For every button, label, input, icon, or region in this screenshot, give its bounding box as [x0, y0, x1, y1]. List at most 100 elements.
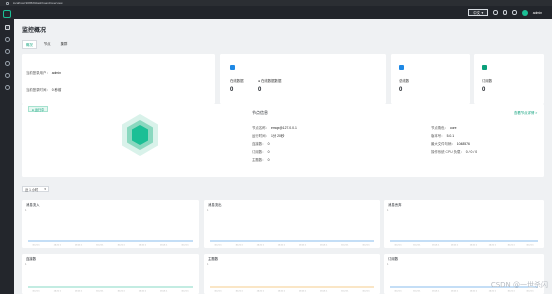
- chart-svg: 1 16:21:1 16:21:1 16:21:1 16:21:1 16:21:1 16:2…: [25, 208, 193, 247]
- node-hexagon-icon: [122, 114, 158, 156]
- x-tick-label: 16:21:1: [507, 245, 515, 247]
- kv-value: 0 / 0 / 0: [465, 150, 478, 154]
- time-range-select[interactable]: 近 1 小时 ▾: [22, 186, 49, 192]
- node-info-right-2: 最大文件句柄： 1048576: [431, 141, 470, 146]
- language-select[interactable]: 中文 ▾: [468, 9, 489, 16]
- y-tick-label: 1: [387, 262, 389, 266]
- x-tick-label: 16:21:1: [394, 245, 402, 247]
- x-tick-label: 16:21:1: [96, 291, 104, 293]
- main-content: 监控概况 概况 节点 集群 当前登录用户： admin 当前登录时间： 0 秒前 在…: [14, 19, 552, 294]
- x-tick-label: 16:21:1: [117, 245, 125, 247]
- sidebar-item-connections[interactable]: [4, 37, 10, 42]
- sidebar-item-subscriptions[interactable]: [4, 49, 10, 54]
- tab-nodes[interactable]: 节点: [41, 40, 54, 49]
- x-tick-label: 16:21:1: [470, 245, 478, 247]
- x-tick-label: 16:21:1: [413, 291, 421, 293]
- bell-icon[interactable]: [493, 10, 498, 15]
- node-info-left-2: 连接数： 0: [252, 141, 269, 146]
- x-tick-label: 16:21:1: [257, 245, 265, 247]
- lock-icon: [6, 1, 9, 5]
- x-tick-label: 16:21:1: [451, 245, 459, 247]
- x-tick-label: 16:21:1: [432, 245, 440, 247]
- kv-label: 节点角色：: [431, 126, 448, 130]
- x-tick-label: 16:21:1: [96, 245, 104, 247]
- tab-overview[interactable]: 概况: [22, 40, 37, 49]
- tab-cluster[interactable]: 集群: [58, 40, 71, 49]
- help-icon[interactable]: [502, 10, 508, 15]
- kv-label: 最大文件句柄：: [431, 142, 455, 146]
- x-tick-label: 16:21:1: [278, 245, 286, 247]
- chart-card: 主题数 1 16:21:1 16:21:1 16:21:1 16:21:1 16:21:1…: [204, 254, 380, 294]
- stat-label: 总线数: [399, 79, 410, 83]
- x-tick-label: 16:21:1: [75, 245, 83, 247]
- login-user-row: 当前登录用户： admin: [26, 70, 61, 75]
- stat-label: 在线数据: [230, 79, 244, 83]
- stat-card-topics: 总线数 0: [391, 54, 470, 104]
- address-bar[interactable]: localhost:9095/#/dashboard/overview: [13, 1, 63, 5]
- chart-svg: 1 16:21:1 16:21:1 16:21:1 16:21:1 16:21:1 16:2…: [207, 208, 374, 247]
- login-time-label: 当前登录时间：: [26, 88, 50, 92]
- y-tick-label: 1: [207, 262, 209, 266]
- x-tick-label: 16:21:1: [75, 291, 83, 293]
- node-info-left-1: 运行时间： 1分 20秒: [252, 133, 284, 138]
- sidebar-item-dashboard[interactable]: [4, 25, 10, 30]
- settings-icon[interactable]: [512, 10, 517, 15]
- sidebar: [0, 6, 14, 294]
- status-badge: ● 运行中: [28, 106, 49, 112]
- language-label: 中文: [473, 11, 481, 15]
- x-tick-label: 16:21:1: [451, 291, 459, 293]
- page-title: 监控概况: [22, 28, 47, 34]
- stat-value: 0: [399, 87, 403, 93]
- x-tick-label: 16:21:1: [341, 245, 349, 247]
- avatar[interactable]: [521, 9, 528, 16]
- kv-value: 0: [267, 142, 270, 146]
- chart-card: 消息丢弃 1 16:21:1 16:21:1 16:21:1 16:21:1 16:21:…: [384, 200, 544, 248]
- x-tick-label: 16:21:1: [214, 245, 222, 247]
- chart-card: 连接数 1 16:21:1 16:21:1 16:21:1 16:21:1 16:21:1…: [22, 254, 199, 294]
- kv-label: 版本号：: [431, 134, 445, 138]
- node-info-right-3: 操作系统 CPU 负载： 0 / 0 / 0: [431, 149, 477, 154]
- database-icon: [230, 65, 235, 70]
- sidebar-item-settings[interactable]: [4, 85, 10, 90]
- app-logo-icon[interactable]: [3, 10, 11, 18]
- x-tick-label: 16:21:1: [54, 291, 62, 293]
- node-section-title: 节点信息: [252, 110, 268, 115]
- sidebar-item-plugins[interactable]: [4, 73, 10, 78]
- y-tick-label: 1: [25, 208, 27, 212]
- x-tick-label: 16:21:1: [160, 291, 168, 293]
- x-tick-label: 16:21:1: [278, 291, 286, 293]
- login-time-row: 当前登录时间： 0 秒前: [26, 87, 61, 92]
- kv-value: 5.0.1: [446, 134, 455, 138]
- x-tick-label: 16:21:1: [526, 291, 534, 293]
- time-range-value: 近 1 小时: [25, 187, 39, 192]
- sidebar-item-rules[interactable]: [4, 61, 10, 66]
- login-info-card: 当前登录用户： admin 当前登录时间： 0 秒前: [22, 54, 215, 104]
- kv-label: 订阅数：: [252, 150, 266, 154]
- x-tick-label: 16:21:1: [526, 245, 534, 247]
- chart-card: 消息流出 1 16:21:1 16:21:1 16:21:1 16:21:1 16:21:…: [204, 200, 380, 248]
- tab-bar: 概况 节点 集群: [22, 40, 70, 49]
- x-tick-label: 16:21:1: [235, 245, 243, 247]
- hash-icon: [399, 65, 404, 70]
- stat-label: ● 在线数据数据: [258, 79, 282, 83]
- x-tick-label: 16:21:1: [257, 291, 265, 293]
- stat-value: 0: [482, 87, 486, 93]
- login-user-label: 当前登录用户：: [26, 71, 50, 75]
- kv-value: 1分 20秒: [270, 134, 285, 138]
- status-text: ● 运行中: [32, 107, 45, 112]
- kv-value: emqx@127.0.0.1: [270, 126, 297, 130]
- chart-svg: 1 16:21:1 16:21:1 16:21:1 16:21:1 16:21:1 16:2…: [387, 208, 538, 247]
- user-name[interactable]: admin: [533, 11, 542, 15]
- y-tick-label: 1: [25, 262, 27, 266]
- chart-svg: 1 16:21:1 16:21:1 16:21:1 16:21:1 16:21:1 16:2…: [25, 262, 193, 293]
- x-tick-label: 16:21:1: [320, 245, 328, 247]
- x-tick-label: 16:21:1: [32, 245, 40, 247]
- x-tick-label: 16:21:1: [117, 291, 125, 293]
- chevron-down-icon: ▾: [44, 187, 46, 191]
- x-tick-label: 16:21:1: [139, 291, 147, 293]
- node-detail-link[interactable]: 查看节点详情 >: [514, 110, 537, 115]
- chart-card: 消息流入 1 16:21:1 16:21:1 16:21:1 16:21:1 16:21:…: [22, 200, 199, 248]
- subscription-icon: [482, 65, 487, 70]
- x-tick-label: 16:21:1: [181, 291, 189, 293]
- login-time-value: 0 秒前: [51, 88, 62, 92]
